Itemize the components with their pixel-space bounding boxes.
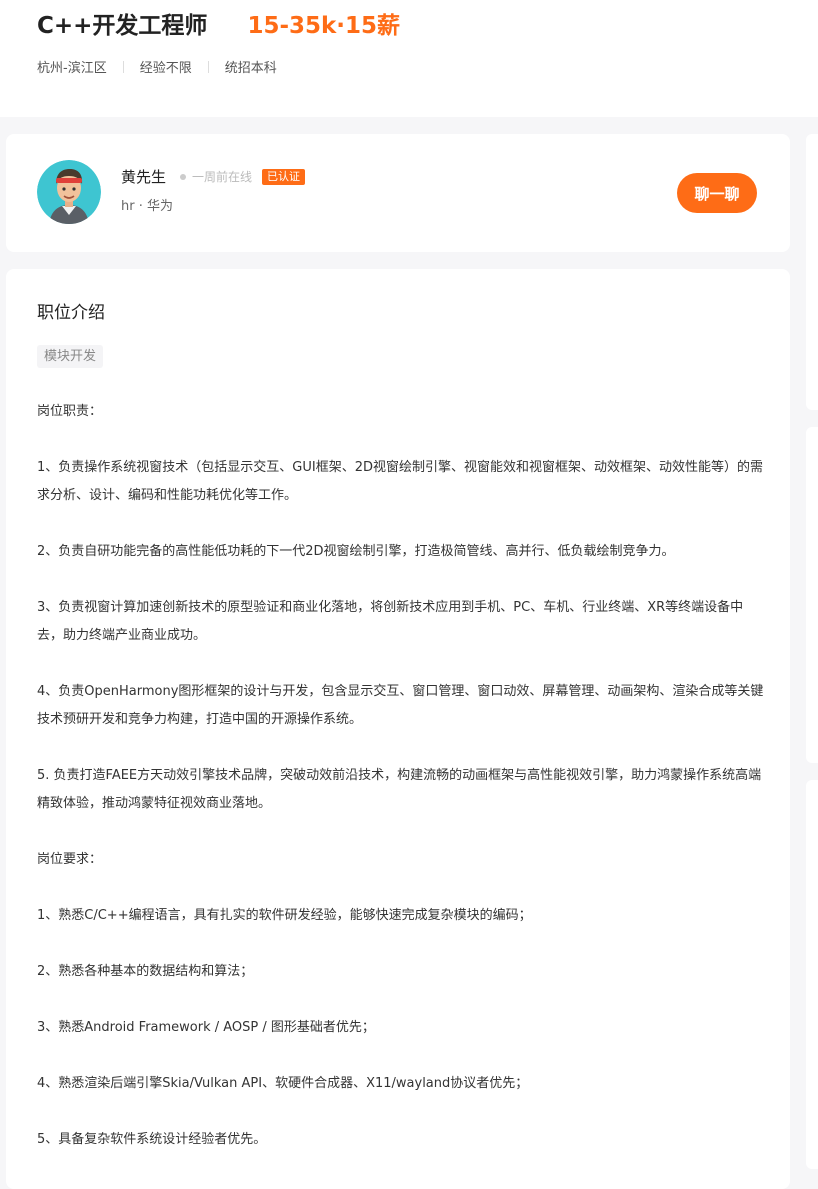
hr-subtitle: hr · 华为 (121, 199, 173, 214)
hr-name-row: 黄先生 一周前在线 已认证 (121, 166, 306, 187)
hr-name: 黄先生 (121, 168, 167, 186)
job-description-text: 岗位职责： 1、负责操作系统视窗技术（包括显示交互、GUI框架、2D视窗绘制引擎… (37, 398, 767, 1182)
avatar[interactable] (37, 160, 101, 224)
description-paragraph: 5. 负责打造FAEE方天动效引擎技术品牌，突破动效前沿技术，构建流畅的动画框架… (37, 768, 762, 811)
meta-divider (207, 60, 209, 73)
description-paragraph: 1、熟悉C/C++编程语言，具有扎实的软件研发经验，能够快速完成复杂模块的编码； (37, 908, 532, 923)
description-paragraph: 5、具备复杂软件系统设计经验者优先。 (37, 1132, 267, 1147)
hr-card: 黄先生 一周前在线 已认证 hr · 华为 聊一聊 (6, 134, 790, 252)
job-header: C++开发工程师 15-35k·15薪 杭州-滨江区 经验不限 统招本科 (0, 0, 818, 117)
skill-tag: 模块开发 (37, 345, 104, 368)
job-education: 统招本科 (224, 61, 277, 76)
description-paragraph: 3、负责视窗计算加速创新技术的原型验证和商业化落地，将创新技术应用到手机、PC、… (37, 600, 744, 643)
avatar-illustration (37, 160, 101, 224)
job-title-row: C++开发工程师 15-35k·15薪 (37, 6, 400, 40)
salary: 15-35k·15薪 (247, 13, 401, 39)
description-paragraph: 1、负责操作系统视窗技术（包括显示交互、GUI框架、2D视窗绘制引擎、视窗能效和… (37, 460, 763, 503)
description-paragraph: 岗位职责： (37, 404, 103, 419)
description-paragraph: 2、负责自研功能完备的高性能低功耗的下一代2D视窗绘制引擎，打造极简管线、高并行… (37, 544, 675, 559)
sidebar-card (806, 780, 818, 1169)
verified-badge: 已认证 (262, 168, 306, 185)
job-title: C++开发工程师 (37, 13, 208, 39)
description-paragraph: 2、熟悉各种基本的数据结构和算法； (37, 964, 254, 979)
sidebar-card (806, 134, 818, 410)
section-title: 职位介绍 (37, 303, 105, 323)
description-paragraph: 岗位要求： (37, 852, 103, 867)
description-paragraph: 4、熟悉渲染后端引擎Skia/Vulkan API、软硬件合成器、X11/way… (37, 1076, 529, 1091)
online-status-dot (180, 173, 187, 180)
job-location: 杭州-滨江区 (37, 61, 107, 76)
job-description-card: 职位介绍 模块开发 岗位职责： 1、负责操作系统视窗技术（包括显示交互、GUI框… (6, 269, 790, 1189)
job-experience: 经验不限 (139, 61, 192, 76)
chat-button[interactable]: 聊一聊 (677, 173, 757, 213)
online-status: 一周前在线 (192, 170, 253, 184)
job-meta: 杭州-滨江区 经验不限 统招本科 (37, 57, 277, 76)
meta-divider (122, 60, 124, 73)
sidebar-card (806, 427, 818, 763)
description-paragraph: 4、负责OpenHarmony图形框架的设计与开发，包含显示交互、窗口管理、窗口… (37, 684, 764, 727)
description-paragraph: 3、熟悉Android Framework / AOSP / 图形基础者优先； (37, 1020, 375, 1035)
